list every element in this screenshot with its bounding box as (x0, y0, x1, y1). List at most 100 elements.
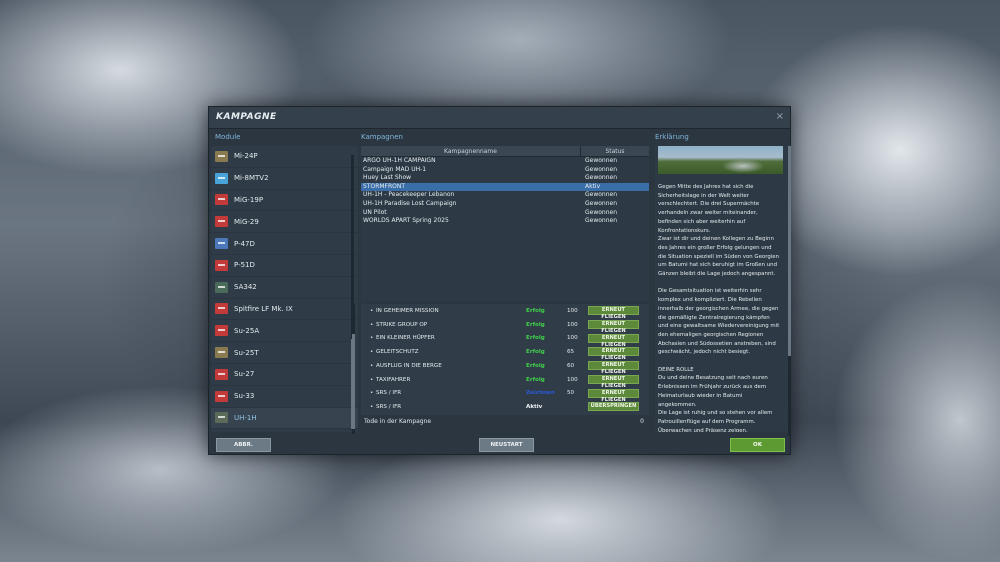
module-label: Su-33 (234, 392, 255, 401)
campaign-row[interactable]: UN Pilot Gewonnen (361, 209, 649, 218)
mission-row: • EIN KLEINER HÜPFER Erfolg 100 ERNEUT FLIEG… (361, 332, 649, 348)
module-item[interactable]: MiG-29 (211, 211, 358, 234)
deaths-label: Tode in der Kampagne (364, 418, 432, 425)
module-item[interactable]: Mi-8MTV2 (211, 168, 358, 190)
campaign-status: Gewonnen (585, 174, 618, 182)
mission-action-button[interactable]: ERNEUT FLIEGEN (588, 374, 639, 389)
mission-name: IN GEHEIMER MISSION (376, 307, 439, 314)
mission-result: Erfolg (526, 376, 545, 383)
module-label: MiG-29 (234, 217, 259, 226)
mission-bullet: • (370, 307, 374, 314)
jet-icon (215, 194, 228, 206)
campaign-dialog: KAMPAGNE × Module Kampagnen Erklärung Mi… (208, 106, 791, 455)
ok-button[interactable]: OK (730, 438, 785, 452)
missions-scrollbar[interactable] (352, 304, 355, 434)
mission-name: SRS / IFR (376, 404, 402, 411)
modules-list: Mi-24P Mi-8MTV2 MiG-19P MiG-29 P-47D P-51D SA3… (211, 146, 358, 432)
mission-result: Erfolg (526, 307, 545, 314)
helicopter-icon (215, 150, 228, 162)
module-item[interactable]: Su-25T (211, 342, 358, 364)
module-item[interactable]: MiG-19P (211, 190, 358, 212)
module-label: Mi-24P (234, 152, 258, 161)
campaign-table: Kampagnenname Status ARGO UH-1H CAMPAIGN… (361, 146, 649, 301)
mission-action-button[interactable]: ERNEUT FLIEGEN (588, 361, 639, 375)
module-item[interactable]: Su-25A (211, 320, 358, 343)
mission-score: 100 (567, 321, 578, 328)
module-item[interactable]: Mi-24P (211, 146, 358, 168)
missions-scrollbar-thumb[interactable] (352, 334, 355, 429)
mission-result: Erfolg (526, 321, 545, 328)
mission-bullet: • (370, 404, 374, 411)
module-item[interactable]: P-51D (211, 255, 358, 277)
helicopter-icon (215, 281, 228, 293)
mission-result: Erfolg (526, 349, 545, 356)
campaign-name: ARGO UH-1H CAMPAIGN (363, 157, 436, 164)
mission-action-button[interactable]: ERNEUT FLIEGEN (588, 347, 639, 361)
mission-action-button[interactable]: ERNEUT FLIEGEN (588, 388, 639, 403)
explanation-scrollbar-thumb[interactable] (788, 146, 791, 356)
mission-name: TAXIFAHRER (376, 376, 411, 383)
campaign-name: WORLDS APART Spring 2025 (363, 217, 449, 225)
campaign-status: Gewonnen (585, 157, 618, 164)
campaign-status: Gewonnen (585, 217, 618, 225)
cancel-button[interactable]: ABBR. (216, 438, 271, 452)
campaign-row[interactable]: Campaign MAD UH-1 Gewonnen (361, 166, 649, 175)
mission-bullet: • (370, 321, 374, 328)
campaign-row[interactable]: Huey Last Show Gewonnen (361, 174, 649, 183)
module-label: Su-27 (234, 370, 255, 379)
mission-result: Aktiv (526, 404, 543, 411)
explanation-text: Gegen Mitte des Jahres hat sich die Sich… (658, 184, 780, 432)
mission-action-button[interactable]: ERNEUT FLIEGEN (588, 319, 639, 334)
mission-action-button[interactable]: ERNEUT FLIEGEN (588, 333, 639, 348)
mission-action-button[interactable]: ÜBERSPRINGEN (588, 402, 639, 412)
mission-row: • SRS / IFR Zeichnen 50 ERNEUT FLIEGEN (361, 387, 649, 403)
plane-icon (215, 259, 228, 271)
mission-action-button[interactable]: ERNEUT FLIEGEN (588, 306, 639, 320)
mission-score: 100 (567, 335, 578, 342)
campaign-name: UH-1H Paradise Lost Campaign (363, 199, 457, 207)
deaths-count: 0 (640, 418, 644, 425)
module-item[interactable]: Spitfire LF Mk. IX (211, 299, 358, 321)
module-item[interactable]: UH-1H (211, 407, 358, 430)
module-item[interactable]: Su-27 (211, 364, 358, 386)
module-item[interactable]: SA342 (211, 277, 358, 299)
mission-row: • AUSFLUG IN DIE BERGE Erfolg 60 ERNEUT FLIE… (361, 359, 649, 375)
module-label: UH-1H (234, 413, 257, 422)
mission-name: AUSFLUG IN DIE BERGE (376, 362, 442, 369)
mission-result: Erfolg (526, 335, 545, 342)
explanation-scrollbar[interactable] (788, 146, 791, 436)
campaign-status: Gewonnen (585, 199, 618, 207)
mission-bullet: • (370, 335, 374, 342)
campaign-row[interactable]: UH-1H Paradise Lost Campaign Gewonnen (361, 200, 649, 209)
column-header-name[interactable]: Kampagnenname (361, 146, 581, 156)
module-item[interactable]: P-47D (211, 233, 358, 255)
mission-bullet: • (370, 390, 374, 397)
campaign-row[interactable]: STORMFRONT Aktiv (361, 182, 649, 192)
explanation-header: Erklärung (655, 133, 689, 141)
campaign-name: STORMFRONT (363, 182, 406, 190)
campaign-row[interactable]: ARGO UH-1H CAMPAIGN Gewonnen (361, 157, 649, 166)
campaign-row[interactable]: WORLDS APART Spring 2025 Gewonnen (361, 217, 649, 226)
campaign-row[interactable]: UH-1H - Peacekeeper Lebanon Gewonnen (361, 191, 649, 200)
restart-button[interactable]: NEUSTART (479, 438, 534, 452)
campaign-rows: ARGO UH-1H CAMPAIGN Gewonnen Campaign MAD … (361, 157, 649, 226)
close-icon[interactable]: × (776, 111, 784, 122)
module-item[interactable]: Su-33 (211, 386, 358, 408)
mission-row: • STRIKE GROUP OP Erfolg 100 ERNEUT FLIEGEN (361, 318, 649, 334)
campaign-name: Huey Last Show (363, 174, 412, 182)
module-label: Spitfire LF Mk. IX (234, 304, 293, 313)
module-label: Mi-8MTV2 (234, 174, 269, 183)
mission-result: Zeichnen (526, 390, 555, 397)
helicopter-icon (215, 412, 228, 424)
mission-row: • TAXIFAHRER Erfolg 100 ERNEUT FLIEGEN (361, 373, 649, 389)
campaign-status: Gewonnen (585, 191, 618, 199)
explanation-panel: Gegen Mitte des Jahres hat sich die Sich… (655, 146, 788, 432)
mission-row: • GELEITSCHUTZ Erfolg 65 ERNEUT FLIEGEN (361, 345, 649, 361)
module-label: Su-25A (234, 326, 260, 335)
dialog-titlebar: KAMPAGNE × (209, 107, 790, 129)
column-header-status[interactable]: Status (581, 146, 649, 156)
campaign-name: Campaign MAD UH-1 (363, 165, 427, 173)
jet-icon (215, 368, 228, 380)
mission-score: 50 (567, 390, 575, 397)
mission-row: • IN GEHEIMER MISSION Erfolg 100 ERNEUT FLIE… (361, 304, 649, 320)
